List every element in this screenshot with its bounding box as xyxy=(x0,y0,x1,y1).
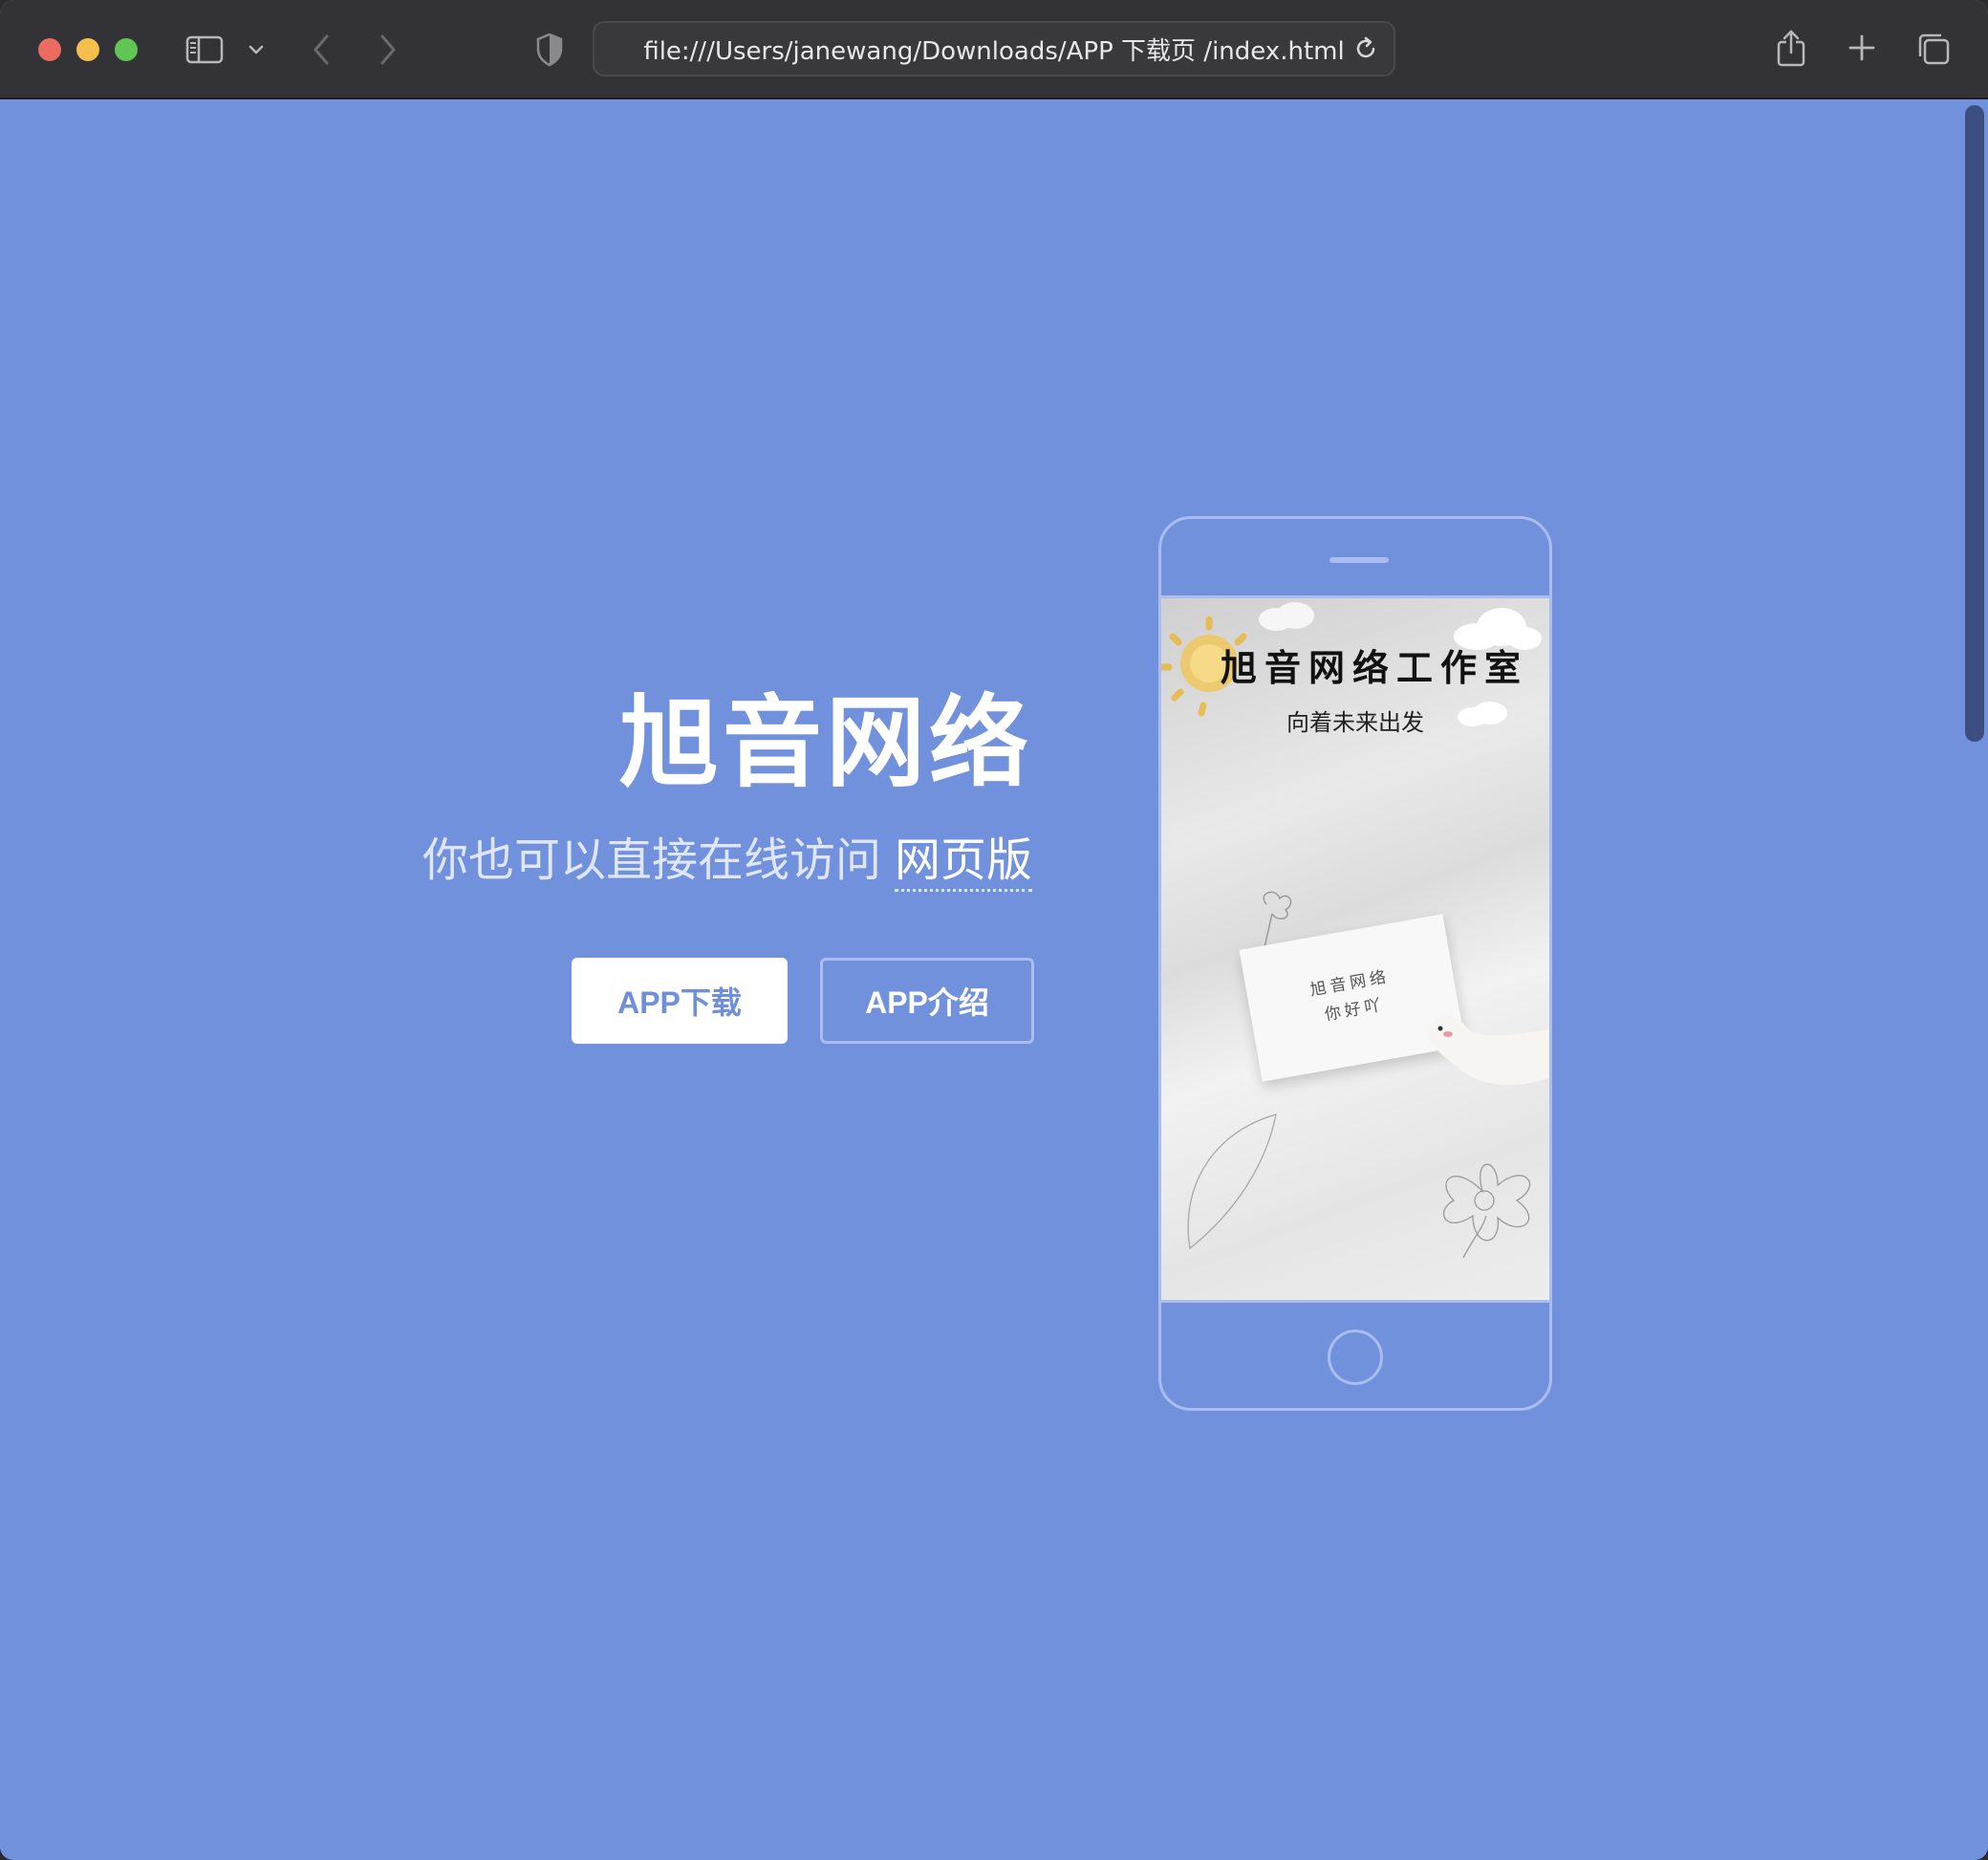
address-bar[interactable]: file:///Users/janewang/Downloads/APP 下载页… xyxy=(593,21,1395,76)
share-icon xyxy=(1777,30,1805,67)
minimize-window-button[interactable] xyxy=(76,38,99,61)
back-button[interactable] xyxy=(304,29,338,71)
browser-toolbar: file:///Users/janewang/Downloads/APP 下载页… xyxy=(0,0,1988,99)
plus-icon xyxy=(1848,34,1875,61)
phone-screen: 旭音网络工作室 向着未来出发 旭音网络 你好吖 xyxy=(1161,595,1549,1303)
browser-window: file:///Users/janewang/Downloads/APP 下载页… xyxy=(0,0,1988,1860)
phone-speaker xyxy=(1329,557,1389,563)
chevron-down-icon xyxy=(248,45,264,54)
new-tab-button[interactable] xyxy=(1845,31,1879,65)
sidebar-toggle-button[interactable] xyxy=(184,31,226,69)
screen-subtitle: 向着未来出发 xyxy=(1286,709,1424,736)
forward-button[interactable] xyxy=(371,29,405,71)
phone-home-button xyxy=(1328,1330,1383,1385)
url-text[interactable]: file:///Users/janewang/Downloads/APP 下载页… xyxy=(594,23,1344,75)
tab-overview-button[interactable] xyxy=(1915,31,1952,67)
hero-title: 旭音网络 xyxy=(618,684,1032,801)
web-version-link[interactable]: 网页版 xyxy=(894,833,1032,892)
web-page: 旭音网络 你也可以直接在线访问 网页版 APP下载 APP介绍 旭音网络工作室 … xyxy=(0,99,1988,1860)
maximize-window-button[interactable] xyxy=(115,38,138,61)
close-window-button[interactable] xyxy=(38,38,61,61)
back-icon xyxy=(313,34,329,65)
tabs-icon xyxy=(1918,33,1950,65)
phone-mockup: 旭音网络工作室 向着未来出发 旭音网络 你好吖 xyxy=(1158,516,1552,1411)
tab-group-menu-button[interactable] xyxy=(245,36,268,63)
cloud-illustration xyxy=(1259,602,1314,631)
privacy-report-button[interactable] xyxy=(533,31,566,69)
screen-title: 旭音网络工作室 xyxy=(1220,646,1528,689)
flower-sketch-illustration xyxy=(1443,1163,1531,1259)
page-scrollbar[interactable] xyxy=(1965,105,1984,742)
hero-subtitle-text: 你也可以直接在线访问 xyxy=(421,833,881,887)
app-intro-button[interactable]: APP介绍 xyxy=(820,958,1034,1044)
app-download-button[interactable]: APP下载 xyxy=(572,958,788,1044)
forward-icon xyxy=(380,34,396,65)
shield-icon xyxy=(536,32,563,67)
sidebar-icon xyxy=(185,35,224,64)
share-button[interactable] xyxy=(1774,27,1808,69)
leaf-sketch-illustration xyxy=(1187,1114,1277,1250)
hero-subtitle: 你也可以直接在线访问 网页版 xyxy=(421,822,1032,892)
reload-icon[interactable] xyxy=(1351,34,1380,63)
bird-illustration xyxy=(1428,1015,1549,1086)
